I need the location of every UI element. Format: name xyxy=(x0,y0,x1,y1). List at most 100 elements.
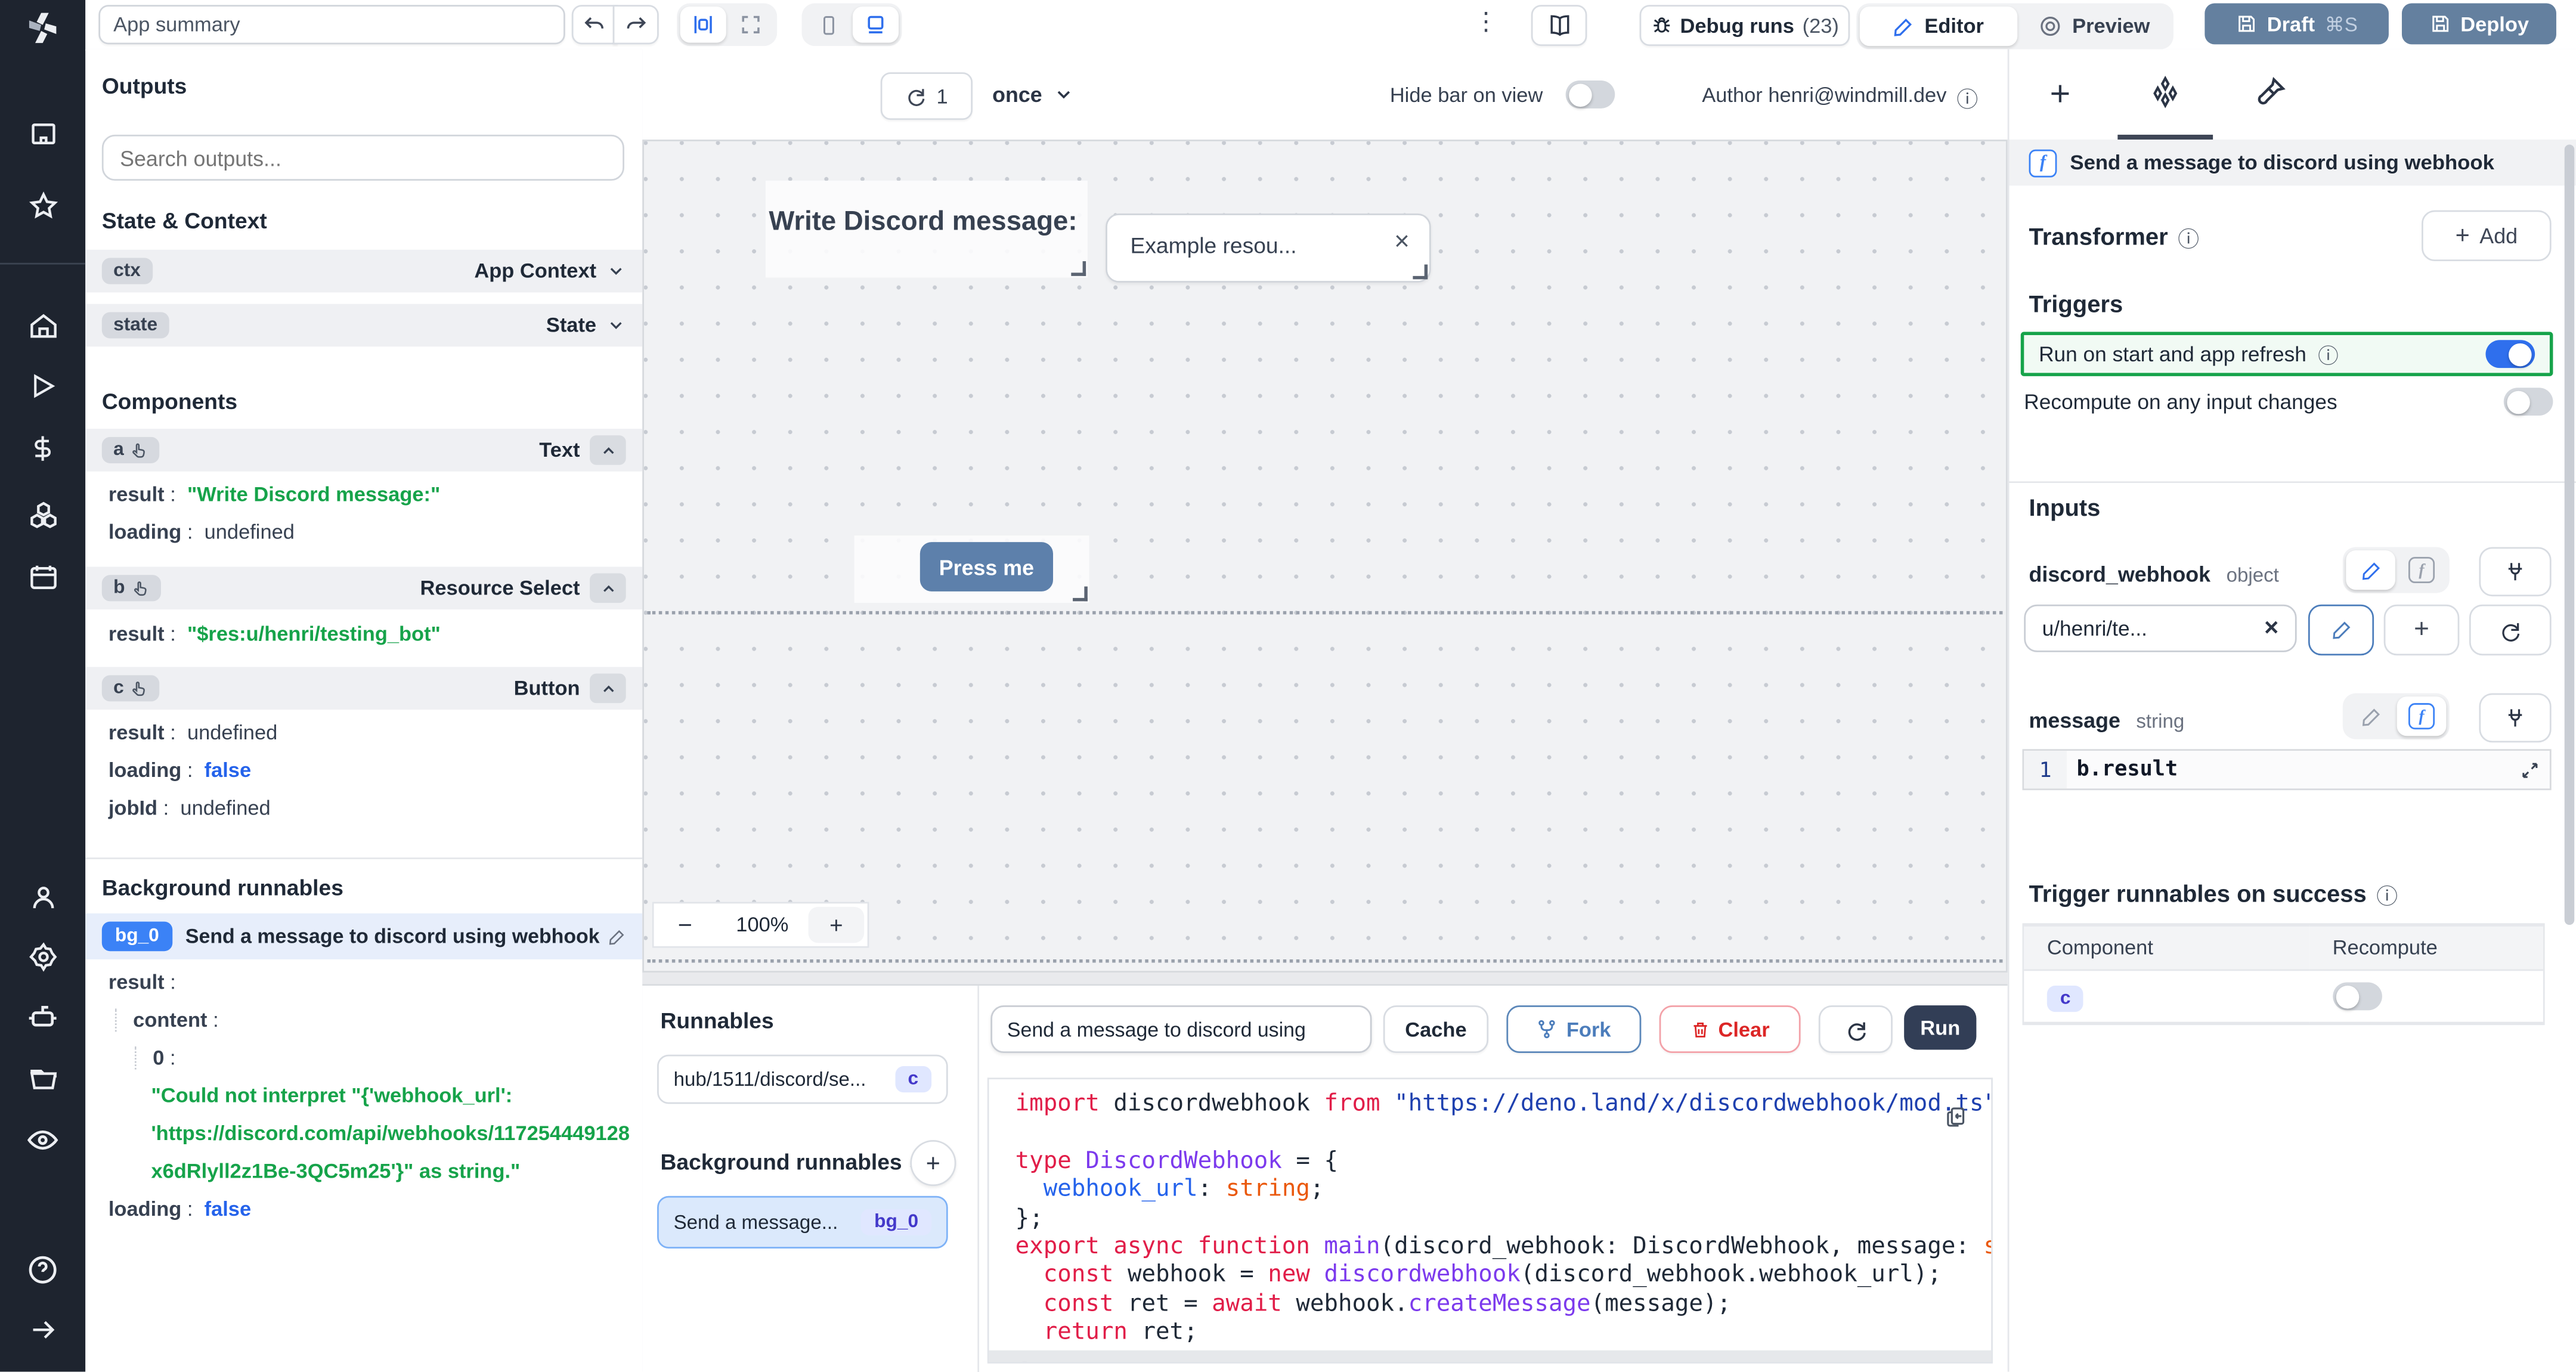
resize-handle[interactable] xyxy=(1413,264,1428,280)
undo-button[interactable] xyxy=(571,5,618,45)
full-width-layout-button[interactable] xyxy=(728,7,774,43)
tab-insert-plus-icon[interactable] xyxy=(2045,79,2075,109)
user-icon[interactable] xyxy=(0,875,85,918)
collapse-b-button[interactable] xyxy=(590,573,626,603)
info-icon[interactable]: ⓘ xyxy=(2376,879,2398,910)
recompute-c-toggle[interactable] xyxy=(2332,982,2382,1011)
kebab-menu-icon[interactable]: ⋮ xyxy=(1473,7,1498,36)
resources-icon[interactable] xyxy=(0,493,85,536)
pencil-icon xyxy=(1894,17,1913,36)
arg2-connect-plug-button[interactable] xyxy=(2479,693,2552,743)
zoom-out-button[interactable]: − xyxy=(654,911,717,939)
arg1-connect-plug-button[interactable] xyxy=(2479,547,2552,597)
output-row-state[interactable]: state State xyxy=(85,303,643,347)
refresh-count-button[interactable]: 1 xyxy=(880,72,973,120)
schedules-icon[interactable] xyxy=(0,555,85,598)
reload-script-button[interactable] xyxy=(1818,1005,1893,1054)
app-summary-input[interactable] xyxy=(98,5,565,45)
component-row-a[interactable]: a Text xyxy=(85,429,643,472)
pointer-hand-icon xyxy=(133,680,146,695)
resource-value-input[interactable]: u/henri/te... × xyxy=(2024,604,2297,652)
add-transformer-button[interactable]: + Add xyxy=(2422,210,2552,262)
refresh-resources-button[interactable] xyxy=(2469,604,2552,656)
windmill-logo[interactable] xyxy=(0,7,85,49)
press-me-button[interactable]: Press me xyxy=(919,542,1054,591)
output-row-ctx[interactable]: ctx App Context xyxy=(85,249,643,293)
pencil-icon xyxy=(2332,621,2350,639)
clear-resource-x-icon[interactable]: × xyxy=(2264,614,2278,642)
add-background-runnable-button[interactable]: + xyxy=(910,1140,956,1187)
text-component[interactable]: Write Discord message: xyxy=(765,181,1088,278)
variables-icon[interactable] xyxy=(0,427,85,470)
static-pencil-mode-button[interactable] xyxy=(2346,550,2395,590)
collapse-a-button[interactable] xyxy=(590,435,626,465)
mobile-view-button[interactable] xyxy=(805,7,851,43)
edit-resource-pencil-button[interactable] xyxy=(2308,604,2374,656)
fork-button[interactable]: Fork xyxy=(1506,1005,1642,1054)
code-horizontal-scrollbar[interactable] xyxy=(989,1350,1992,1362)
chevron-up-icon xyxy=(602,584,614,591)
run-button[interactable]: Run xyxy=(1904,1005,1977,1050)
expand-editor-icon[interactable] xyxy=(2520,760,2540,779)
resize-handle[interactable] xyxy=(1071,261,1086,276)
interval-dropdown[interactable]: once xyxy=(992,82,1075,107)
audit-eye-icon[interactable] xyxy=(0,1119,85,1162)
bg0-row[interactable]: bg_0 Send a message to discord using web… xyxy=(85,913,643,959)
eval-f-mode-button[interactable]: f xyxy=(2397,696,2447,736)
folders-icon[interactable] xyxy=(0,1058,85,1101)
tab-editor[interactable]: Editor xyxy=(1859,7,2018,47)
chevron-down-icon[interactable] xyxy=(606,315,626,335)
desktop-view-button[interactable] xyxy=(852,7,899,43)
code-editor[interactable]: import discordwebhook from "https://deno… xyxy=(987,1077,1993,1364)
chevron-down-icon[interactable] xyxy=(606,261,626,281)
button-component-container[interactable]: Press me xyxy=(854,535,1089,603)
info-icon[interactable]: ⓘ xyxy=(2178,222,2199,253)
collapse-rail-arrow-icon[interactable] xyxy=(0,1308,85,1351)
run-on-start-toggle[interactable] xyxy=(2485,340,2535,368)
draft-button[interactable]: Draft ⌘S xyxy=(2205,3,2389,45)
resize-handle[interactable] xyxy=(1073,586,1088,602)
favorites-star-icon[interactable] xyxy=(0,184,85,227)
clear-selection-x-icon[interactable]: × xyxy=(1394,228,1410,258)
home-icon[interactable] xyxy=(0,304,85,347)
deploy-button[interactable]: Deploy xyxy=(2401,3,2556,45)
runnable-item-bg0-selected[interactable]: Send a message... bg_0 xyxy=(657,1196,948,1249)
runnable-item-hub[interactable]: hub/1511/discord/se... c xyxy=(657,1054,948,1104)
component-row-c[interactable]: c Button xyxy=(85,667,643,710)
bounded-layout-button[interactable] xyxy=(680,7,726,43)
tab-settings-diamonds-icon[interactable] xyxy=(2149,76,2182,109)
settings-gear-icon[interactable] xyxy=(0,935,85,978)
workers-robot-icon[interactable] xyxy=(0,996,85,1039)
component-c-badge[interactable]: c xyxy=(2046,984,2084,1011)
docs-book-button[interactable] xyxy=(1531,5,1587,47)
message-expr-editor[interactable]: 1 b.result xyxy=(2022,749,2552,791)
copy-code-icon[interactable] xyxy=(1945,1105,1968,1129)
resource-select-component[interactable]: Example resou... × xyxy=(1106,213,1431,283)
tab-styling-brush-icon[interactable] xyxy=(2256,76,2287,107)
eval-f-mode-button[interactable]: f xyxy=(2397,550,2447,590)
workspace-icon[interactable] xyxy=(0,112,85,154)
zoom-in-button[interactable]: + xyxy=(808,906,865,943)
runnables-bottom-panel: Runnables hub/1511/discord/se... c Backg… xyxy=(642,984,2008,1372)
runs-icon[interactable] xyxy=(0,365,85,408)
static-pencil-mode-button[interactable] xyxy=(2346,696,2395,736)
redo-button[interactable] xyxy=(612,5,659,45)
cache-button[interactable]: Cache xyxy=(1383,1005,1489,1054)
hide-bar-toggle[interactable] xyxy=(1565,80,1615,109)
recompute-toggle[interactable] xyxy=(2503,388,2553,416)
edit-pencil-icon[interactable] xyxy=(608,927,626,945)
search-outputs-input[interactable] xyxy=(101,134,624,181)
info-icon[interactable]: ⓘ xyxy=(1956,82,1978,113)
tab-preview[interactable]: Preview xyxy=(2019,7,2170,46)
create-resource-plus-button[interactable]: + xyxy=(2383,604,2460,656)
help-icon[interactable] xyxy=(0,1249,85,1292)
canvas-scrollbar-track[interactable] xyxy=(642,973,2008,984)
script-name-input[interactable] xyxy=(990,1005,1372,1054)
component-row-b[interactable]: b Resource Select xyxy=(85,566,643,610)
right-panel-scrollbar[interactable] xyxy=(2564,144,2575,925)
collapse-c-button[interactable] xyxy=(590,673,626,704)
info-icon[interactable]: ⓘ xyxy=(2318,339,2338,370)
debug-runs-button[interactable]: Debug runs (23) xyxy=(1639,5,1850,47)
clear-button[interactable]: Clear xyxy=(1659,1005,1801,1054)
app-canvas[interactable]: Write Discord message: Example resou... … xyxy=(642,140,2008,973)
